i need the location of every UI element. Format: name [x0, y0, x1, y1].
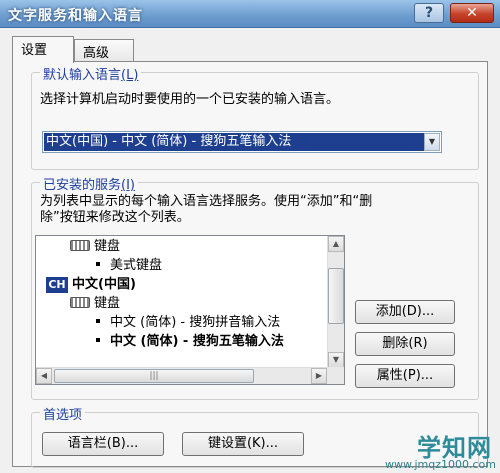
installed-services-legend-key: (I)	[121, 178, 135, 193]
tree-node-chinese-china[interactable]: CH 中文(中国)	[46, 276, 136, 294]
tree-node-label: 键盘	[94, 296, 121, 311]
keyboard-icon	[70, 297, 90, 308]
preferences-legend: 首选项	[40, 404, 86, 423]
tab-advanced[interactable]: 高级	[74, 39, 134, 61]
dialog-window: 文字服务和输入语言 ? ✕ 设置 高级 默认输入语言(L) 已安装的服务(I) …	[0, 0, 500, 473]
default-language-selected-value: 中文(中国) - 中文 (简体) - 搜狗五笔输入法	[44, 133, 424, 151]
help-icon[interactable]: ?	[414, 3, 444, 23]
tree-node-sogou-wubi[interactable]: 中文 (简体) - 搜狗五笔输入法	[96, 333, 284, 351]
bullet-icon	[96, 319, 100, 323]
services-tree[interactable]: 键盘 美式键盘 CH 中文(中国) 键盘 中文 (简体) - 搜狗拼音输入法 中文…	[35, 235, 345, 385]
default-language-legend: 默认输入语言(L)	[40, 64, 142, 83]
installed-services-description-line-1: 为列表中显示的每个输入语言选择服务。使用“添加”和“删	[40, 194, 373, 209]
language-bar-button[interactable]: 语言栏(B)...	[42, 432, 164, 456]
horizontal-scrollbar[interactable]: ◀ ||| ▶	[36, 367, 327, 384]
bullet-icon	[96, 262, 100, 266]
keyboard-icon	[70, 240, 90, 251]
tree-node-label: 中文 (简体) - 搜狗五笔输入法	[110, 334, 284, 349]
key-settings-button[interactable]: 键设置(K)...	[182, 432, 304, 456]
site-watermark: 学知网 www.jmqz1000.com	[385, 428, 500, 473]
scroll-right-icon[interactable]: ▶	[311, 368, 327, 384]
installed-services-legend-text: 已安装的服务	[43, 178, 122, 193]
tree-node-label: 美式键盘	[110, 258, 163, 273]
window-title: 文字服务和输入语言	[8, 8, 143, 24]
scroll-left-icon[interactable]: ◀	[36, 368, 52, 384]
default-language-description: 选择计算机启动时要使用的一个已安装的输入语言。	[40, 92, 340, 107]
title-bar[interactable]: 文字服务和输入语言 ? ✕	[0, 0, 500, 28]
scroll-up-icon[interactable]: ▲	[328, 236, 344, 252]
tree-node-label: 键盘	[94, 239, 121, 254]
vertical-scrollbar[interactable]: ▲ ▼	[327, 236, 344, 368]
tree-node-us-keyboard[interactable]: 美式键盘	[96, 257, 162, 275]
language-badge: CH	[46, 277, 68, 293]
tab-settings[interactable]: 设置	[12, 36, 74, 63]
dropdown-arrow-icon[interactable]: ▼	[424, 133, 440, 151]
tree-node-label: 中文 (简体) - 搜狗拼音输入法	[110, 315, 281, 330]
bullet-icon	[96, 338, 100, 342]
default-language-group: 默认输入语言(L)	[31, 64, 479, 170]
close-icon[interactable]: ✕	[450, 3, 494, 23]
horizontal-scroll-thumb[interactable]: |||	[54, 369, 254, 383]
watermark-url: www.jmqz1000.com	[385, 458, 496, 471]
default-language-legend-key: (L)	[121, 68, 139, 83]
tree-node-keyboard-2[interactable]: 键盘	[70, 295, 120, 313]
scroll-down-icon[interactable]: ▼	[328, 352, 344, 368]
installed-services-legend: 已安装的服务(I)	[40, 174, 138, 193]
remove-button[interactable]: 删除(R)	[355, 332, 455, 356]
installed-services-description-line-2: 除”按钮来修改这个列表。	[40, 210, 190, 225]
vertical-scroll-thumb[interactable]	[328, 268, 344, 324]
scrollbar-corner	[327, 367, 344, 384]
default-language-select[interactable]: 中文(中国) - 中文 (简体) - 搜狗五笔输入法 ▼	[42, 131, 442, 153]
tree-node-label: 中文(中国)	[72, 277, 136, 292]
tree-node-keyboard[interactable]: 键盘	[70, 238, 120, 256]
tree-node-sogou-pinyin[interactable]: 中文 (简体) - 搜狗拼音输入法	[96, 314, 280, 332]
add-button[interactable]: 添加(D)...	[355, 300, 455, 324]
properties-button[interactable]: 属性(P)...	[355, 364, 455, 388]
default-language-legend-text: 默认输入语言	[43, 68, 122, 83]
